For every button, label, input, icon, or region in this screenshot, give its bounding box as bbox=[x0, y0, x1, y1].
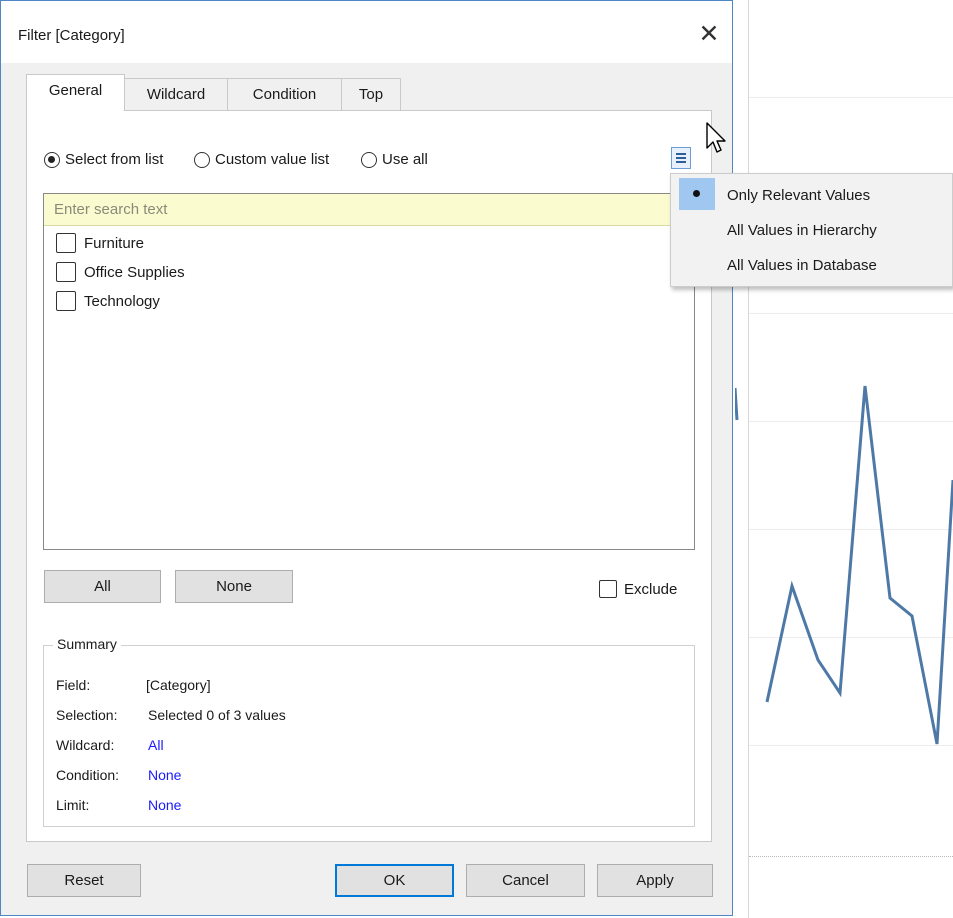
radio-button-checked[interactable] bbox=[44, 152, 60, 168]
checkbox[interactable] bbox=[599, 580, 617, 598]
close-icon: ✕ bbox=[698, 20, 720, 48]
tab-label: General bbox=[48, 82, 103, 99]
arrow-cursor-icon bbox=[706, 122, 726, 153]
tab-wildcard[interactable]: Wildcard bbox=[124, 78, 228, 110]
select-all-button[interactable]: All bbox=[44, 570, 161, 603]
select-none-button[interactable]: None bbox=[175, 570, 293, 603]
menu-item-all-values-in-database[interactable]: All Values in Database bbox=[671, 250, 952, 282]
radio-label: Custom value list bbox=[215, 151, 330, 168]
tab-top[interactable]: Top bbox=[341, 78, 401, 110]
apply-button[interactable]: Apply bbox=[597, 864, 713, 897]
tab-label: Top bbox=[358, 86, 384, 103]
checkbox[interactable] bbox=[56, 291, 76, 311]
tab-condition[interactable]: Condition bbox=[227, 78, 342, 110]
search-input[interactable] bbox=[44, 194, 694, 226]
list-item-label: Furniture bbox=[84, 234, 145, 252]
value-list[interactable]: Furniture Office Supplies Technology bbox=[43, 193, 695, 550]
reset-button[interactable]: Reset bbox=[27, 864, 141, 897]
radio-use-all[interactable]: Use all bbox=[361, 148, 428, 172]
radio-button[interactable] bbox=[194, 152, 210, 168]
list-item-label: Office Supplies bbox=[84, 263, 185, 281]
tab-label: Condition bbox=[252, 86, 317, 103]
line-chart bbox=[735, 385, 953, 745]
line-series-fragment bbox=[735, 387, 739, 421]
list-item-label: Technology bbox=[84, 292, 160, 310]
menu-item-all-values-in-hierarchy[interactable]: All Values in Hierarchy bbox=[671, 215, 952, 247]
list-item-furniture[interactable]: Furniture bbox=[56, 230, 144, 256]
dialog-titlebar: Filter [Category] ✕ bbox=[1, 1, 732, 63]
radio-label: Use all bbox=[382, 151, 428, 168]
checkbox[interactable] bbox=[56, 262, 76, 282]
close-button[interactable]: ✕ bbox=[687, 15, 731, 53]
dialog-title: Filter [Category] bbox=[18, 27, 125, 44]
exclude-checkbox[interactable]: Exclude bbox=[599, 577, 677, 601]
checkbox[interactable] bbox=[56, 233, 76, 253]
cancel-button[interactable]: Cancel bbox=[466, 864, 585, 897]
radio-button[interactable] bbox=[361, 152, 377, 168]
list-item-office-supplies[interactable]: Office Supplies bbox=[56, 259, 185, 285]
options-menu-button[interactable] bbox=[671, 147, 691, 169]
ok-button[interactable]: OK bbox=[335, 864, 454, 897]
list-item-technology[interactable]: Technology bbox=[56, 288, 160, 314]
tab-general[interactable]: General bbox=[26, 74, 125, 111]
options-dropdown-menu: Only Relevant Values All Values in Hiera… bbox=[670, 173, 953, 287]
line-series bbox=[765, 385, 953, 745]
tab-label: Wildcard bbox=[146, 86, 206, 103]
exclude-label: Exclude bbox=[624, 580, 678, 598]
worksheet-background bbox=[735, 0, 953, 918]
radio-label: Select from list bbox=[65, 151, 164, 168]
summary-legend: Summary bbox=[53, 636, 121, 652]
menu-lines-icon bbox=[676, 153, 686, 155]
radio-custom-value-list[interactable]: Custom value list bbox=[194, 148, 329, 172]
summary-group bbox=[43, 645, 695, 827]
menu-item-only-relevant-values[interactable]: Only Relevant Values bbox=[671, 180, 952, 212]
radio-select-from-list[interactable]: Select from list bbox=[44, 148, 163, 172]
